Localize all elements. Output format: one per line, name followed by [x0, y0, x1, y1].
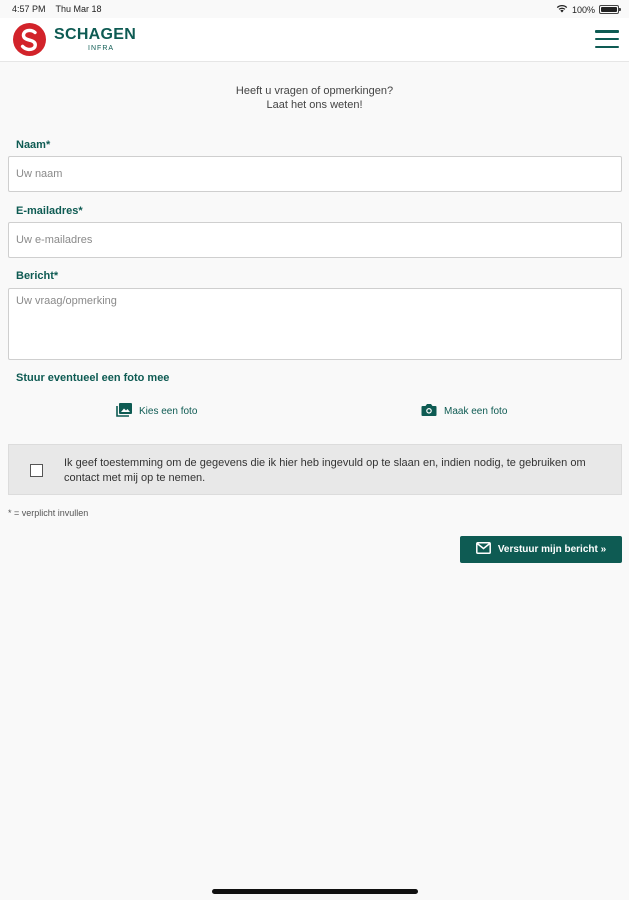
intro-text: Heeft u vragen of opmerkingen? Laat het …	[0, 84, 629, 112]
required-note: * = verplicht invullen	[8, 508, 89, 518]
name-label: Naam*	[16, 139, 51, 151]
status-date: Thu Mar 18	[55, 4, 102, 14]
consent-text: Ik geef toestemming om de gegevens die i…	[64, 457, 586, 484]
email-label: E-mailadres*	[16, 205, 83, 217]
photo-heading: Stuur eventueel een foto mee	[16, 372, 170, 384]
message-label: Bericht*	[16, 270, 59, 282]
envelope-icon	[475, 542, 491, 557]
battery-percent: 100%	[571, 4, 595, 15]
brand-subtitle: INFRA	[88, 45, 115, 52]
take-photo-label: Maak een foto	[444, 405, 508, 417]
intro-line-2: Laat het ons weten!	[266, 99, 363, 111]
message-textarea[interactable]	[8, 288, 622, 360]
app-header: SCHAGEN INFRA	[0, 18, 629, 62]
home-indicator[interactable]	[212, 889, 418, 894]
consent-box: Ik geef toestemming om de gegevens die i…	[8, 444, 622, 495]
choose-photo-label: Kies een foto	[139, 406, 198, 417]
photo-gallery-icon	[116, 403, 132, 420]
schagen-logo-icon	[13, 23, 46, 56]
consent-checkbox[interactable]	[30, 464, 43, 477]
email-input[interactable]	[8, 222, 622, 258]
camera-icon	[421, 403, 437, 419]
choose-photo-button[interactable]: Kies een foto	[116, 403, 197, 420]
submit-button[interactable]: Verstuur mijn bericht »	[460, 536, 622, 563]
submit-label: Verstuur mijn bericht »	[497, 544, 607, 555]
name-input[interactable]	[8, 156, 622, 192]
battery-icon	[599, 5, 621, 14]
brand-name: SCHAGEN	[54, 26, 137, 43]
hamburger-icon[interactable]	[595, 30, 619, 48]
take-photo-button[interactable]: Maak een foto	[421, 403, 507, 419]
wifi-icon	[556, 4, 568, 15]
intro-line-1: Heeft u vragen of opmerkingen?	[235, 85, 394, 97]
status-time: 4:57 PM	[12, 4, 46, 14]
brand-logo[interactable]: SCHAGEN INFRA	[13, 23, 136, 56]
status-bar: 4:57 PM Thu Mar 18 100%	[0, 0, 629, 18]
